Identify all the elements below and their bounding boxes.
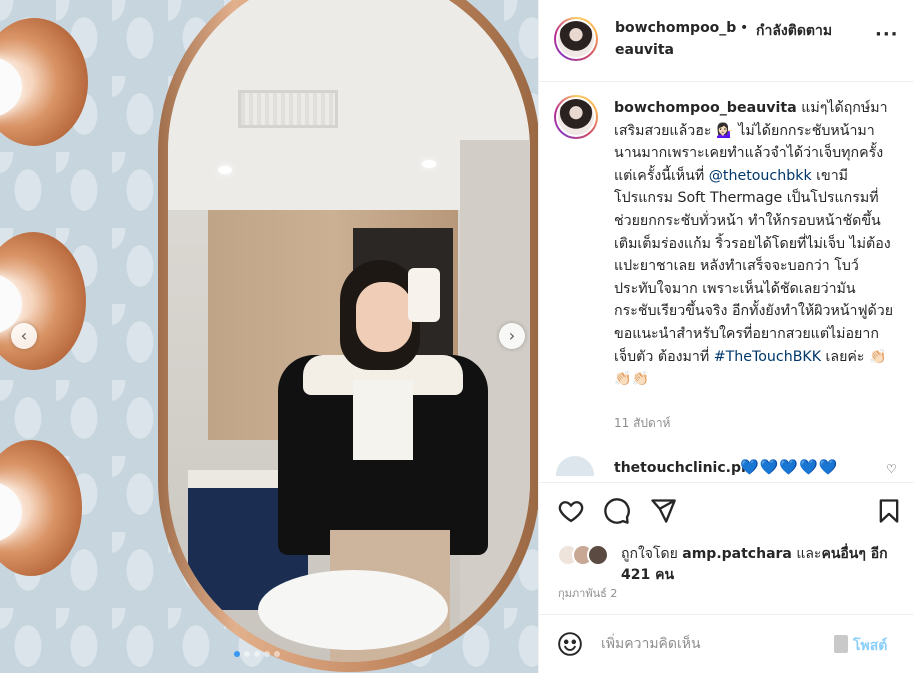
ceiling-vent (238, 90, 338, 128)
caption-author-avatar[interactable] (554, 95, 598, 139)
carousel-dot (244, 651, 250, 657)
following-button[interactable]: กำลังติดตาม (756, 20, 832, 42)
header-separator: • (740, 20, 749, 36)
likes-and: และ (791, 546, 822, 562)
caption-mention[interactable]: @thetouchbkk (709, 168, 812, 184)
post-side-panel: bowchompoo_b • กำลังติดตาม eauvita ··· b… (538, 0, 914, 673)
carousel-dot (274, 651, 280, 657)
comment-icon[interactable] (603, 497, 631, 525)
comment-input[interactable] (601, 632, 821, 656)
carousel-dot (234, 651, 240, 657)
author-avatar[interactable] (554, 17, 598, 61)
comment-username[interactable]: thetouchclinic.pk (614, 460, 750, 476)
comment-text: 💙💙💙💙💙 (740, 458, 839, 476)
more-options-button[interactable]: ··· (875, 24, 899, 45)
caption-text: เขามีโปรแกรม Soft Thermage เป็นโปรแกรมที… (614, 167, 894, 365)
caption-timestamp[interactable]: 11 สัปดาห์ (614, 414, 670, 433)
caption-username[interactable]: bowchompoo_beauvita (614, 100, 797, 116)
bookmark-icon[interactable] (875, 497, 903, 525)
carousel-dots (234, 651, 280, 657)
likes-summary: ถูกใจโดย amp.patchara และคนอื่นๆ อีก 421… (621, 544, 901, 586)
sink (258, 570, 448, 650)
heart-icon[interactable] (557, 497, 585, 525)
grammarly-icon[interactable] (834, 635, 848, 653)
post-header: bowchompoo_b • กำลังติดตาม eauvita ··· (539, 0, 914, 82)
carousel-dot (254, 651, 260, 657)
carousel-prev-button[interactable]: ‹ (11, 323, 37, 349)
carousel-dot (264, 651, 270, 657)
add-comment-section: โพสต์ (539, 614, 914, 673)
emoji-icon[interactable] (557, 631, 583, 657)
liker-username[interactable]: amp.patchara (682, 546, 792, 562)
comment-like-icon[interactable]: ♡ (886, 462, 897, 476)
post-caption: bowchompoo_beauvita แม่ๆได้ฤกษ์มาเสริมสว… (614, 97, 896, 391)
post-photo[interactable]: ‹ › (0, 0, 538, 673)
post-date[interactable]: กุมภาพันธ์ 2 (558, 584, 617, 602)
likes-prefix: ถูกใจโดย (621, 546, 683, 562)
post-actions-bar (539, 482, 914, 542)
author-username[interactable]: bowchompoo_b (615, 20, 736, 36)
oval-mirror (158, 0, 538, 672)
post-comment-button[interactable]: โพสต์ (853, 635, 887, 657)
commenter-avatar[interactable] (556, 456, 594, 476)
caption-hashtag[interactable]: #TheTouchBKK (714, 349, 821, 365)
share-icon[interactable] (649, 497, 677, 525)
phone-in-hand (408, 268, 440, 322)
carousel-next-button[interactable]: › (499, 323, 525, 349)
author-username-cont[interactable]: eauvita (615, 42, 674, 58)
